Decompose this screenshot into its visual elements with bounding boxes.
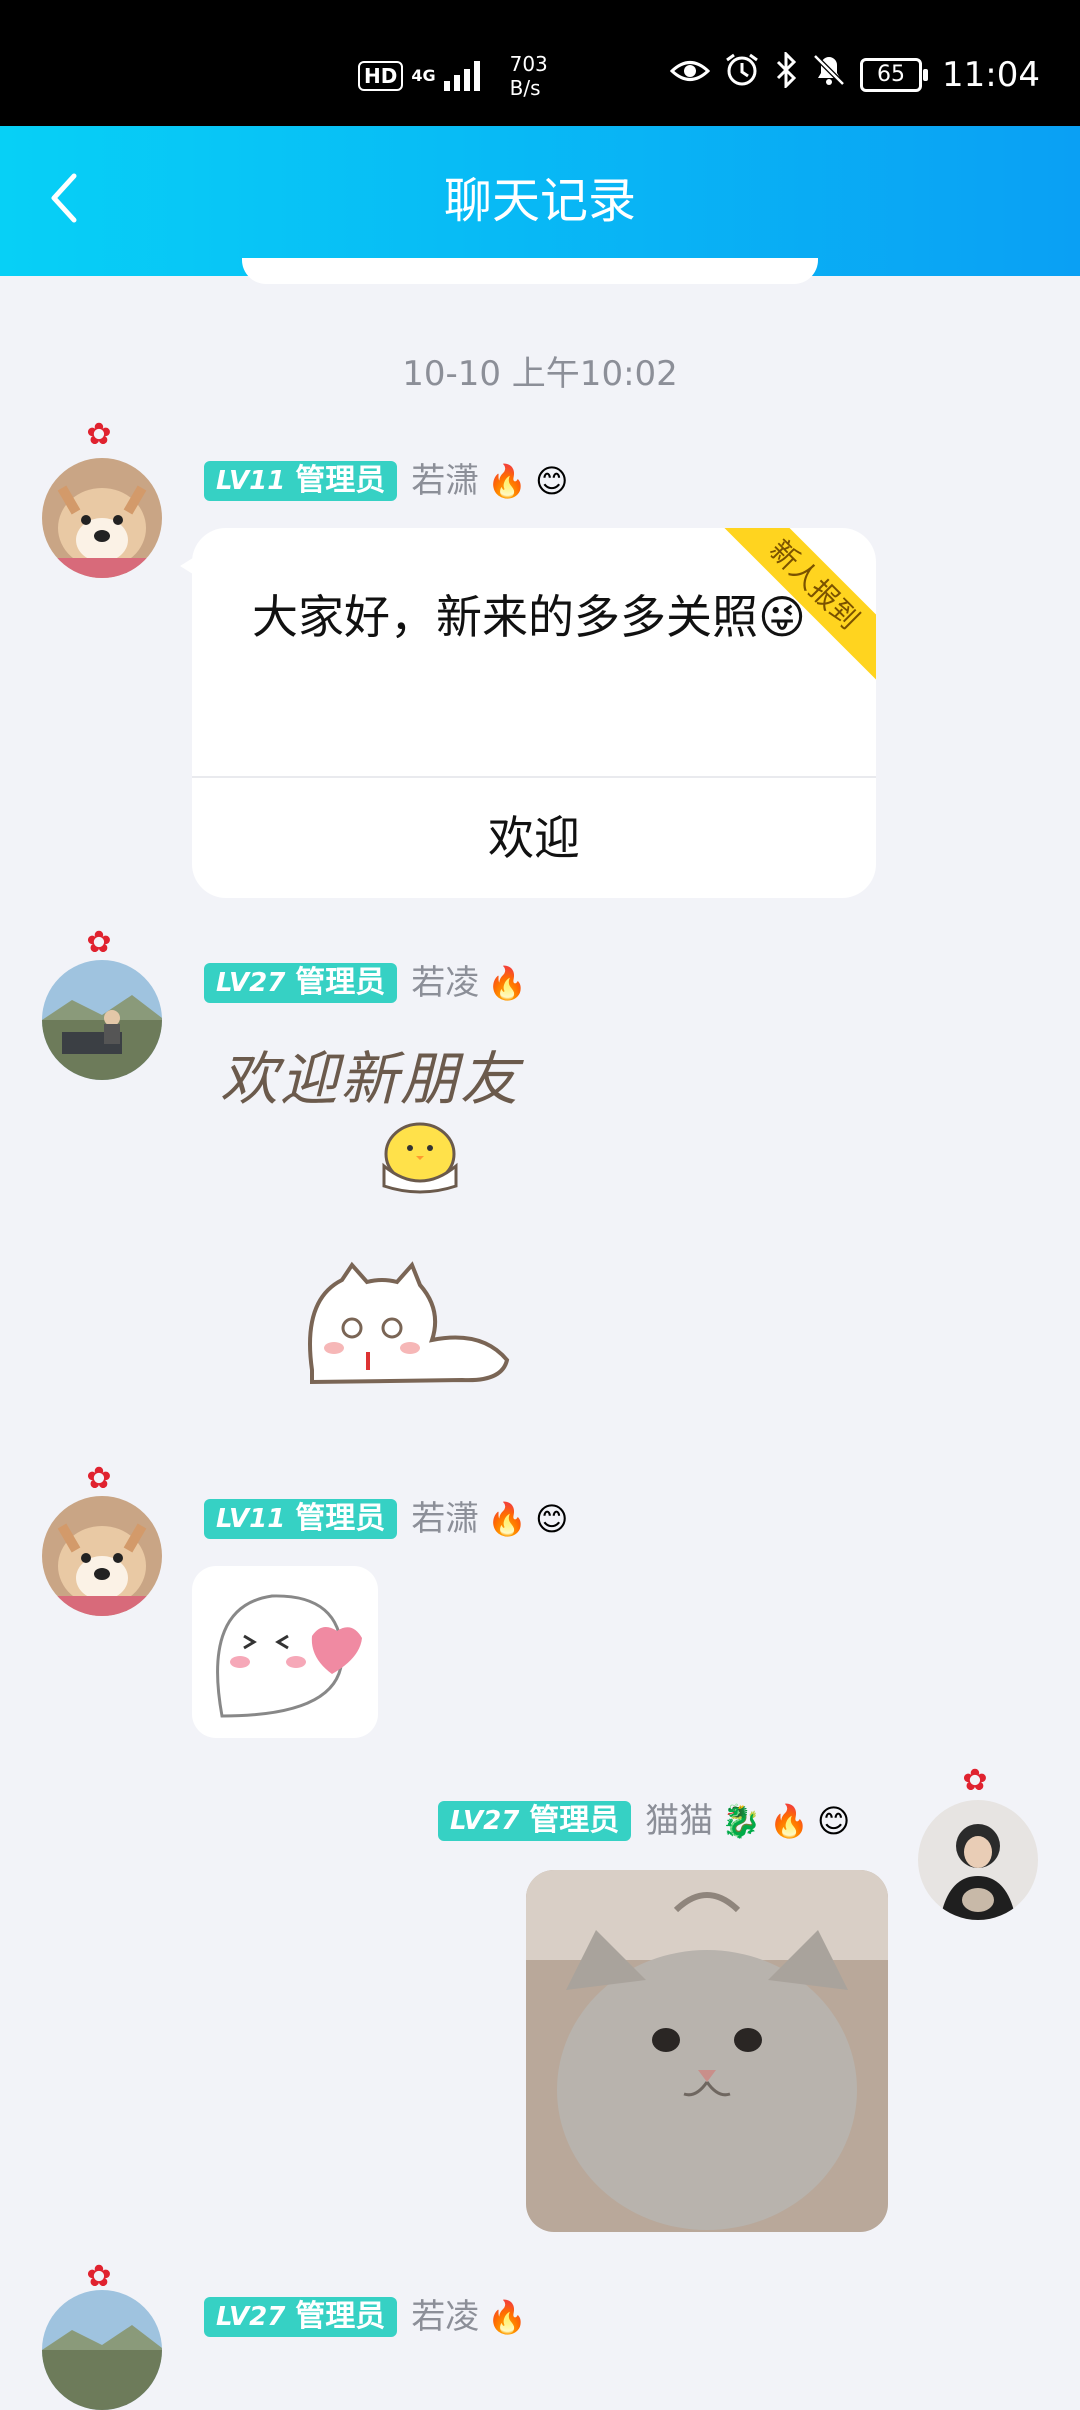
network-speed-value: 703: [509, 52, 548, 76]
alarm-icon: [724, 52, 760, 97]
dragon-medal-icon: 🐉: [721, 1802, 762, 1840]
role-text: 管理员: [295, 1501, 386, 1536]
page-title: 聊天记录: [443, 173, 636, 229]
sender-info: LV11 管理员 若潇 🔥 😊: [204, 1498, 569, 1540]
nickname[interactable]: 若凌: [411, 962, 479, 1004]
avatar[interactable]: [42, 458, 162, 578]
sticker-text: 欢迎新朋友: [220, 1045, 521, 1113]
level-badge: LV11 管理员: [204, 461, 398, 501]
fire-medal-icon: 🔥: [487, 964, 528, 1002]
clock: 11:04: [942, 54, 1040, 95]
sender-info: LV27 管理员 若凌 🔥: [204, 962, 527, 1004]
smile-medal-icon: 😊: [535, 462, 569, 500]
network-speed: 703 B/s: [510, 52, 548, 100]
cat-photo: [526, 1870, 888, 2232]
sender-info: LV27 管理员 若凌 🔥: [204, 2296, 527, 2338]
level-text: LV11: [216, 1504, 286, 1534]
mute-bell-icon: [812, 52, 846, 97]
status-left: HD 4G 703 B/s: [358, 52, 548, 100]
avatar[interactable]: [918, 1800, 1038, 1920]
nickname[interactable]: 若潇: [411, 460, 479, 502]
level-badge: LV27 管理员: [204, 963, 398, 1003]
flower-decoration-icon: ✿: [86, 1461, 112, 1496]
smile-medal-icon: 😊: [535, 1500, 569, 1538]
network-speed-unit: B/s: [509, 76, 541, 100]
newcomer-card[interactable]: 大家好，新来的多多关照😜 新人报到 欢迎: [192, 528, 876, 898]
role-text: 管理员: [529, 1803, 620, 1838]
nickname[interactable]: 猫猫: [645, 1800, 713, 1842]
bluetooth-icon: [774, 50, 798, 97]
level-badge: LV11 管理员: [204, 1499, 398, 1539]
role-text: 管理员: [295, 965, 386, 1000]
dog-avatar-image: [42, 1496, 162, 1616]
nickname[interactable]: 若潇: [411, 1498, 479, 1540]
fire-medal-icon: 🔥: [769, 1802, 809, 1840]
sender-info: LV27 管理员 猫猫 🐉 🔥 😊: [438, 1800, 850, 1842]
status-right: 65 11:04: [669, 50, 1040, 97]
dog-avatar-image: [42, 458, 162, 578]
eye-icon: [669, 55, 711, 95]
sender-info: LV11 管理员 若潇 🔥 😊: [204, 460, 569, 502]
avatar[interactable]: [42, 1496, 162, 1616]
landscape-avatar-image: [42, 960, 162, 1080]
fire-medal-icon: 🔥: [487, 1500, 528, 1538]
level-text: LV27: [450, 1806, 520, 1836]
chick-icon: [382, 1122, 458, 1194]
landscape-avatar-image: [42, 2290, 162, 2410]
flower-decoration-icon: ✿: [962, 1763, 988, 1798]
avatar[interactable]: [42, 2290, 162, 2410]
role-text: 管理员: [295, 463, 386, 498]
cat-sticker[interactable]: [282, 1260, 512, 1390]
signal-icon: [443, 61, 480, 91]
nickname[interactable]: 若凌: [411, 2296, 479, 2338]
role-text: 管理员: [295, 2299, 386, 2334]
cat-photo-message[interactable]: [526, 1870, 888, 2232]
fire-medal-icon: 🔥: [487, 462, 528, 500]
welcome-button[interactable]: 欢迎: [192, 778, 876, 898]
previous-message-bubble[interactable]: [242, 258, 818, 284]
network-type: 4G: [411, 66, 436, 85]
flower-decoration-icon: ✿: [86, 2259, 112, 2294]
level-badge: LV27 管理员: [204, 2297, 398, 2337]
chat-timestamp: 10-10 上午10:02: [402, 354, 678, 394]
smile-medal-icon: 😊: [816, 1802, 851, 1840]
level-text: LV27: [216, 2302, 286, 2332]
hd-indicator: HD: [358, 61, 404, 91]
blob-heart-icon: [216, 1594, 362, 1718]
level-badge: LV27 管理员: [438, 1801, 632, 1841]
message-text: 大家好，新来的多多关照😜: [252, 590, 806, 644]
heart-sticker[interactable]: [192, 1566, 378, 1738]
flower-decoration-icon: ✿: [86, 417, 112, 452]
girl-avatar-image: [918, 1800, 1038, 1920]
app-header: 聊天记录: [0, 126, 1080, 276]
avatar[interactable]: [42, 960, 162, 1080]
lying-cat-icon: [308, 1261, 510, 1385]
fire-medal-icon: 🔥: [487, 2298, 528, 2336]
flower-decoration-icon: ✿: [86, 925, 112, 960]
battery-icon: 65: [860, 57, 929, 92]
welcome-sticker[interactable]: 欢迎新朋友: [220, 1044, 570, 1194]
level-text: LV27: [216, 968, 286, 998]
level-text: LV11: [216, 466, 286, 496]
status-bar: HD 4G 703 B/s 65 11:04: [0, 0, 1080, 126]
